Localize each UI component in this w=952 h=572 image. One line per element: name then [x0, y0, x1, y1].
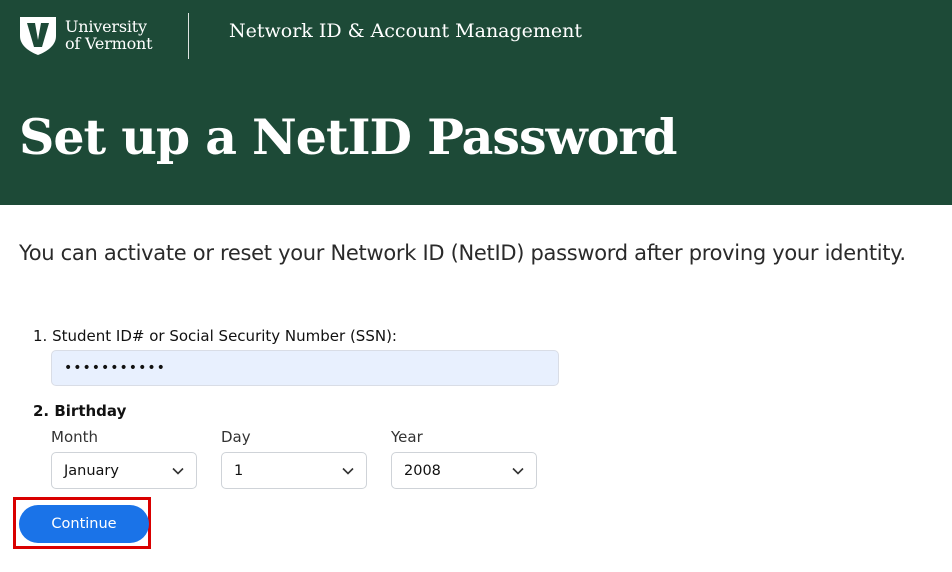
- chevron-down-icon: [172, 467, 184, 475]
- month-select[interactable]: January: [51, 452, 197, 489]
- day-select[interactable]: 1: [221, 452, 367, 489]
- year-select[interactable]: 2008: [391, 452, 537, 489]
- app-title[interactable]: Network ID & Account Management: [229, 20, 582, 42]
- continue-button[interactable]: Continue: [19, 505, 149, 543]
- ssn-label: 1. Student ID# or Social Security Number…: [33, 327, 397, 345]
- chevron-down-icon: [342, 467, 354, 475]
- day-label: Day: [221, 428, 251, 446]
- intro-text: You can activate or reset your Network I…: [19, 241, 906, 265]
- birthday-label: 2. Birthday: [33, 402, 127, 420]
- year-label: Year: [391, 428, 423, 446]
- logo-text: University of Vermont: [65, 17, 153, 53]
- university-logo[interactable]: University of Vermont: [18, 14, 153, 56]
- ssn-input[interactable]: [51, 350, 559, 386]
- logo-line2: of Vermont: [65, 34, 153, 53]
- uvm-shield-icon: [20, 17, 56, 55]
- month-label: Month: [51, 428, 99, 446]
- header-divider: [188, 13, 189, 59]
- chevron-down-icon: [512, 467, 524, 475]
- day-value: 1: [234, 462, 244, 479]
- logo-line1: University: [65, 17, 147, 36]
- page-title: Set up a NetID Password: [19, 108, 677, 166]
- month-value: January: [64, 462, 119, 479]
- header-banner: University of Vermont Network ID & Accou…: [0, 0, 952, 205]
- year-value: 2008: [404, 462, 441, 479]
